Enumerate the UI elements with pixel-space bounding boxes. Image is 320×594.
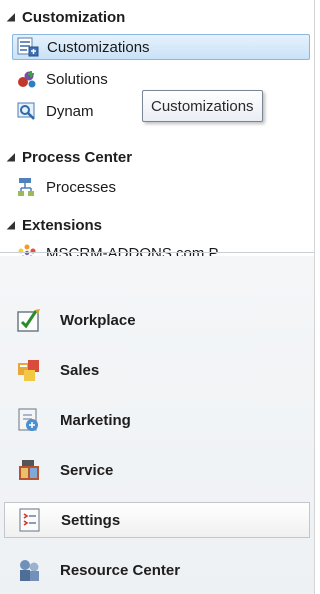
tooltip: Customizations: [142, 90, 263, 122]
workplace-icon: [17, 309, 40, 332]
area-settings[interactable]: Settings: [4, 502, 310, 538]
service-icon: [19, 460, 39, 480]
group-title: Customization: [22, 8, 126, 26]
tree-item-customizations[interactable]: Customizations: [12, 34, 310, 60]
area-service[interactable]: Service: [4, 452, 310, 488]
area-label: Service: [60, 461, 114, 479]
group-title: Process Center: [22, 148, 133, 166]
collapse-triangle-icon: ◢: [7, 219, 15, 231]
settings-tree: ◢ Customization Customizations Solutions: [0, 0, 314, 262]
pane-divider: [0, 252, 314, 253]
tree-item-label: Customizations: [47, 38, 150, 56]
settings-icon: [19, 508, 40, 532]
area-resource-center[interactable]: Resource Center: [4, 552, 310, 588]
tree-item-label: Solutions: [46, 70, 108, 88]
collapse-triangle-icon: ◢: [7, 151, 15, 163]
group-title: Extensions: [22, 216, 103, 234]
area-label: Workplace: [60, 311, 136, 329]
sales-icon: [18, 360, 39, 381]
navigation-pane: ◢ Customization Customizations Solutions: [0, 0, 315, 594]
processes-icon: [18, 178, 34, 196]
customizations-icon: [17, 37, 39, 57]
area-label: Resource Center: [60, 561, 181, 579]
dynamics-marketplace-icon: [17, 102, 35, 120]
collapse-triangle-icon: ◢: [7, 11, 15, 23]
area-list: Workplace Sales Marketing Service Settin…: [0, 256, 314, 594]
tree-item-label: Dynam: [46, 102, 94, 120]
group-header-extensions[interactable]: ◢ Extensions: [0, 214, 314, 236]
group-header-process-center[interactable]: ◢ Process Center: [0, 146, 314, 168]
tree-item-solutions[interactable]: Solutions: [12, 66, 310, 92]
area-marketing[interactable]: Marketing: [4, 402, 310, 438]
tree-item-label: Processes: [46, 178, 117, 196]
marketing-icon: [18, 408, 38, 431]
area-label: Sales: [60, 361, 100, 379]
area-sales[interactable]: Sales: [4, 352, 310, 388]
area-label: Marketing: [60, 411, 131, 429]
solutions-icon: [18, 71, 36, 88]
tree-item-processes[interactable]: Processes: [12, 174, 310, 200]
resource-center-icon: [20, 560, 39, 581]
area-label: Settings: [61, 511, 121, 529]
group-header-customization[interactable]: ◢ Customization: [0, 6, 314, 28]
area-workplace[interactable]: Workplace: [4, 302, 310, 338]
